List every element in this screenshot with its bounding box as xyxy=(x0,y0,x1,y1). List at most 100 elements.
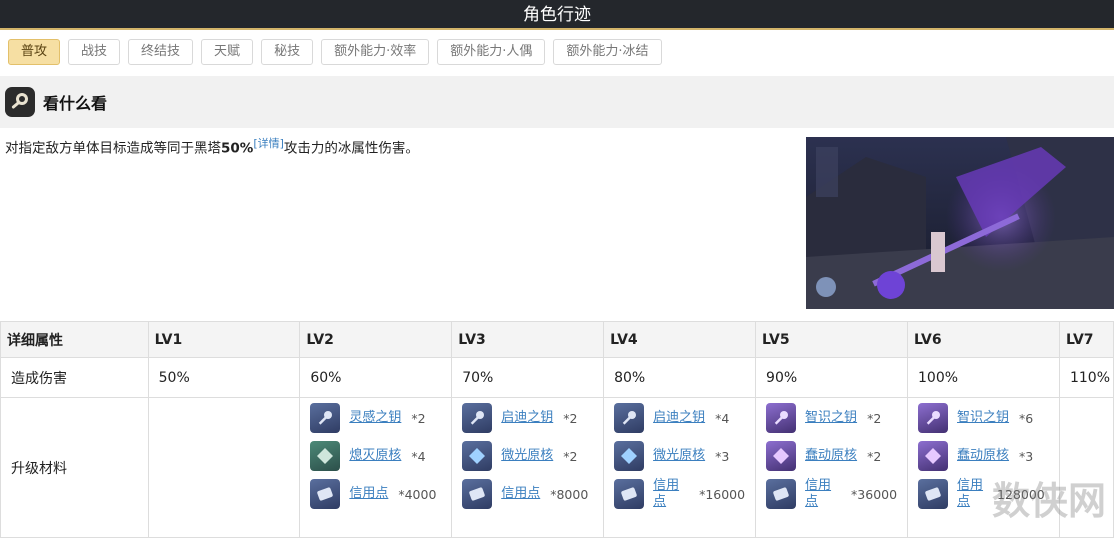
col-header: LV6 xyxy=(908,322,1060,358)
material-qty: *2 xyxy=(867,411,881,426)
key-icon[interactable] xyxy=(614,403,644,433)
credit-icon[interactable] xyxy=(310,479,340,509)
details-link[interactable]: [详情] xyxy=(253,137,284,150)
tab-technique[interactable]: 秘技 xyxy=(261,39,313,65)
list-item: 智识之钥 *6 xyxy=(918,400,1059,436)
col-header: LV1 xyxy=(148,322,300,358)
material-qty: *16000 xyxy=(699,487,745,502)
desc-text-pre: 对指定敌方单体目标造成等同于黑塔 xyxy=(5,141,221,157)
row-label: 造成伤害 xyxy=(1,358,149,398)
key-icon[interactable] xyxy=(310,403,340,433)
key-icon[interactable] xyxy=(462,403,492,433)
col-header: LV3 xyxy=(452,322,604,358)
material-qty: *4 xyxy=(715,411,729,426)
skill-preview-image xyxy=(806,137,1114,309)
material-link[interactable]: 信用点 xyxy=(653,478,683,510)
tab-talent[interactable]: 天赋 xyxy=(201,39,253,65)
material-qty: *3 xyxy=(1019,449,1033,464)
list-item: 信用点 *16000 xyxy=(614,476,755,512)
material-link[interactable]: 微光原核 xyxy=(653,448,705,464)
list-item: 蠢动原核 *2 xyxy=(766,438,907,474)
table-cell: 60% xyxy=(300,358,452,398)
col-header: LV5 xyxy=(756,322,908,358)
material-qty: *3 xyxy=(715,449,729,464)
material-link[interactable]: 蠢动原核 xyxy=(957,448,1009,464)
material-link[interactable]: 熄灭原核 xyxy=(349,448,401,464)
credit-icon[interactable] xyxy=(614,479,644,509)
list-item: 信用点 *8000 xyxy=(462,476,603,512)
material-link[interactable]: 信用点 xyxy=(501,486,540,502)
skill-tabs: 普攻 战技 终结技 天赋 秘技 额外能力·效率 额外能力·人偶 额外能力·冰结 xyxy=(0,30,1114,74)
tab-bonus-freeze[interactable]: 额外能力·冰结 xyxy=(553,39,661,65)
material-qty: *2 xyxy=(411,411,425,426)
material-link[interactable]: 灵感之钥 xyxy=(349,410,401,426)
list-item: 灵感之钥 *2 xyxy=(310,400,451,436)
material-link[interactable]: 智识之钥 xyxy=(957,410,1009,426)
core-icon[interactable] xyxy=(766,441,796,471)
list-item: 信用点 *36000 xyxy=(766,476,907,512)
credit-icon[interactable] xyxy=(766,479,796,509)
materials-cell-lv3: 启迪之钥 *2 微光原核 *2 信用点 *8000 xyxy=(452,398,604,538)
tab-ultimate[interactable]: 终结技 xyxy=(128,39,193,65)
core-icon[interactable] xyxy=(918,441,948,471)
material-link[interactable]: 启迪之钥 xyxy=(653,410,705,426)
table-cell: 70% xyxy=(452,358,604,398)
tab-basic-attack[interactable]: 普攻 xyxy=(8,39,60,65)
hammer-icon xyxy=(5,87,35,117)
table-cell: 100% xyxy=(908,358,1060,398)
upgrade-table: 详细属性 LV1 LV2 LV3 LV4 LV5 LV6 LV7 造成伤害 50… xyxy=(0,321,1114,538)
material-qty: *6 xyxy=(1019,411,1033,426)
list-item: 微光原核 *3 xyxy=(614,438,755,474)
row-label: 升级材料 xyxy=(1,398,149,538)
col-header: LV4 xyxy=(604,322,756,358)
core-icon[interactable] xyxy=(462,441,492,471)
list-item: 启迪之钥 *2 xyxy=(462,400,603,436)
table-cell xyxy=(148,398,300,538)
list-item: 蠢动原核 *3 xyxy=(918,438,1059,474)
col-header: 详细属性 xyxy=(1,322,149,358)
material-qty: *2 xyxy=(563,449,577,464)
table-header-row: 详细属性 LV1 LV2 LV3 LV4 LV5 LV6 LV7 xyxy=(1,322,1114,358)
material-link[interactable]: 信用点 xyxy=(957,478,987,510)
list-item: 微光原核 *2 xyxy=(462,438,603,474)
credit-icon[interactable] xyxy=(462,479,492,509)
desc-text-post: 攻击力的冰属性伤害。 xyxy=(284,141,419,157)
page-title-bar: 角色行迹 xyxy=(0,0,1114,30)
material-link[interactable]: 微光原核 xyxy=(501,448,553,464)
tab-skill[interactable]: 战技 xyxy=(68,39,120,65)
material-qty: *2 xyxy=(563,411,577,426)
materials-cell-lv5: 智识之钥 *2 蠢动原核 *2 信用点 *36000 xyxy=(756,398,908,538)
list-item: 智识之钥 *2 xyxy=(766,400,907,436)
desc-percent: 50% xyxy=(221,141,253,157)
material-link[interactable]: 蠢动原核 xyxy=(805,448,857,464)
material-link[interactable]: 信用点 xyxy=(805,478,835,510)
material-link[interactable]: 启迪之钥 xyxy=(501,410,553,426)
credit-icon[interactable] xyxy=(918,479,948,509)
list-item: 信用点 *4000 xyxy=(310,476,451,512)
table-cell: 110% xyxy=(1059,358,1113,398)
table-row: 升级材料 灵感之钥 *2 熄灭原核 *4 信用点 *4000 启迪之钥 xyxy=(1,398,1114,538)
tab-bonus-efficiency[interactable]: 额外能力·效率 xyxy=(321,39,429,65)
table-cell: 50% xyxy=(148,358,300,398)
skill-name: 看什么看 xyxy=(43,90,107,114)
materials-cell-lv2: 灵感之钥 *2 熄灭原核 *4 信用点 *4000 xyxy=(300,398,452,538)
table-row: 造成伤害 50% 60% 70% 80% 90% 100% 110% xyxy=(1,358,1114,398)
core-icon[interactable] xyxy=(614,441,644,471)
material-link[interactable]: 信用点 xyxy=(349,486,388,502)
material-qty: *4 xyxy=(411,449,425,464)
key-icon[interactable] xyxy=(918,403,948,433)
key-icon[interactable] xyxy=(766,403,796,433)
list-item: 启迪之钥 *4 xyxy=(614,400,755,436)
material-qty: *36000 xyxy=(851,487,897,502)
site-watermark: 数侠网 xyxy=(992,470,1106,525)
skill-description: 对指定敌方单体目标造成等同于黑塔50%[详情]攻击力的冰属性伤害。 xyxy=(5,135,419,157)
col-header: LV7 xyxy=(1059,322,1113,358)
tab-bonus-puppet[interactable]: 额外能力·人偶 xyxy=(437,39,545,65)
col-header: LV2 xyxy=(300,322,452,358)
material-qty: *2 xyxy=(867,449,881,464)
material-qty: *8000 xyxy=(550,487,588,502)
skill-header: 看什么看 xyxy=(0,76,1114,128)
page-title: 角色行迹 xyxy=(523,5,591,25)
core-icon[interactable] xyxy=(310,441,340,471)
material-link[interactable]: 智识之钥 xyxy=(805,410,857,426)
